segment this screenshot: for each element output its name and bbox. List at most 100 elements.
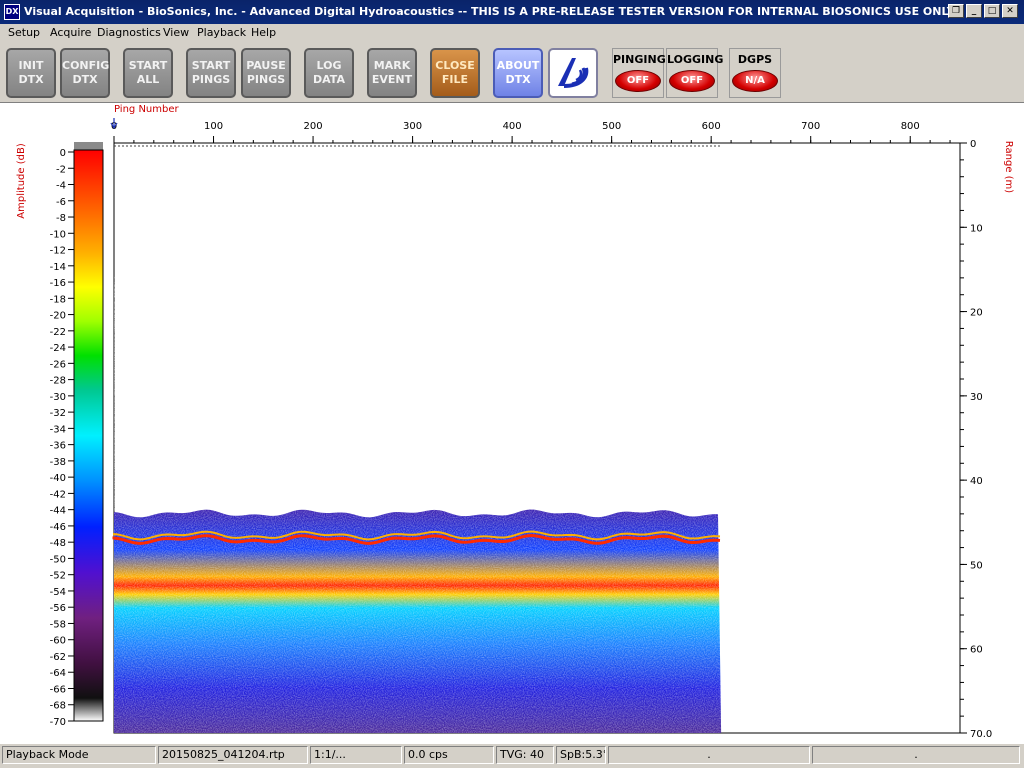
ping-tick-label: 400	[503, 121, 522, 132]
amp-tick-label: -56	[50, 603, 66, 614]
menu-bar: Setup Acquire Diagnostics View Playback …	[0, 24, 1024, 42]
pause-pings-button[interactable]: PAUSE PINGS	[241, 48, 291, 98]
close-file-button[interactable]: CLOSE FILE	[430, 48, 480, 98]
amp-tick-label: 0	[60, 148, 66, 159]
menu-help[interactable]: Help	[251, 26, 276, 39]
water-column-returns	[114, 282, 722, 538]
close-icon[interactable]: ✕	[1002, 4, 1018, 18]
amp-tick-label: -68	[50, 701, 66, 712]
range-tick-label: 40	[970, 476, 983, 487]
status-rate: 0.0 cps	[404, 746, 494, 764]
amp-tick-label: -54	[50, 587, 66, 598]
button-label: DATA	[313, 73, 345, 86]
amp-tick-label: -6	[56, 197, 66, 208]
amp-tick-label: -70	[50, 717, 66, 728]
amp-tick-label: -36	[50, 441, 66, 452]
biosonics-logo-button[interactable]	[548, 48, 598, 98]
ping-tick-label: 700	[801, 121, 820, 132]
status-file: 20150825_041204.rtp	[158, 746, 308, 764]
init-dtx-button[interactable]: INIT DTX	[6, 48, 56, 98]
amp-tick-label: -30	[50, 392, 66, 403]
menu-diagnostics[interactable]: Diagnostics	[97, 26, 161, 39]
amp-tick-label: -58	[50, 619, 66, 630]
menu-acquire[interactable]: Acquire	[50, 26, 91, 39]
range-axis-ticks: 0 10 20 30 40 50 60 70.0	[960, 139, 992, 740]
bottom-speckle	[114, 509, 722, 733]
button-label: DTX	[18, 73, 44, 86]
button-label: PAUSE	[246, 59, 286, 72]
amp-tick-label: -14	[50, 262, 66, 273]
toolbar: INIT DTX CONFIG DTX START ALL START PING…	[0, 42, 1024, 103]
button-label: START	[128, 59, 168, 72]
logging-indicator: LOGGING OFF	[666, 48, 723, 98]
amp-tick-label: -38	[50, 457, 66, 468]
pinging-lamp-icon: OFF	[615, 70, 661, 92]
config-dtx-button[interactable]: CONFIG DTX	[60, 48, 110, 98]
indicator-title: DGPS	[737, 53, 773, 66]
ping-tick-label: 800	[901, 121, 920, 132]
range-tick-label: 30	[970, 392, 983, 403]
amplitude-axis-label: Amplitude (dB)	[16, 143, 27, 219]
button-label: FILE	[441, 73, 469, 86]
button-label: START	[191, 59, 231, 72]
amp-tick-label: -20	[50, 311, 66, 322]
amp-tick-label: -46	[50, 522, 66, 533]
about-dtx-button[interactable]: ABOUT DTX	[493, 48, 543, 98]
restore-icon[interactable]: ❐	[948, 4, 964, 18]
button-label: CLOSE	[435, 59, 475, 72]
menu-playback[interactable]: Playback	[197, 26, 246, 39]
range-tick-label: 50	[970, 560, 983, 571]
mark-event-button[interactable]: MARK EVENT	[367, 48, 417, 98]
menu-setup[interactable]: Setup	[8, 26, 40, 39]
echogram-svg[interactable]: Amplitude (dB) 0 -2 -4 -6 -8 -10 -12 -14 -16 -18 -…	[0, 103, 1024, 744]
amp-tick-label: -22	[50, 327, 66, 338]
button-label: MARK	[373, 59, 411, 72]
amp-tick-label: -26	[50, 359, 66, 370]
maximize-icon[interactable]: □	[984, 4, 1000, 18]
biosonics-logo-icon	[558, 58, 589, 88]
button-label: EVENT	[371, 73, 413, 86]
amplitude-colorbar	[73, 149, 104, 722]
amplitude-ticks: 0 -2 -4 -6 -8 -10 -12 -14 -16 -18 -20 -22 -24 -26 -28 -…	[50, 148, 74, 728]
echogram-panel: Amplitude (dB) 0 -2 -4 -6 -8 -10 -12 -14 -16 -18 -…	[0, 103, 1024, 744]
button-label: INIT	[18, 59, 44, 72]
button-label: ALL	[136, 73, 160, 86]
amp-tick-label: -28	[50, 376, 66, 387]
button-label: ABOUT	[496, 59, 540, 72]
logging-lamp-icon: OFF	[669, 70, 715, 92]
amp-tick-label: -40	[50, 473, 66, 484]
amp-tick-label: -4	[56, 181, 66, 192]
button-label: LOG	[316, 59, 342, 72]
range-tick-label: 60	[970, 645, 983, 656]
button-label: PINGS	[246, 73, 286, 86]
colorbar-cap	[74, 142, 103, 150]
indicator-title: PINGING	[613, 53, 666, 66]
amp-tick-label: -2	[56, 164, 66, 175]
range-axis-label: Range (m)	[1003, 141, 1014, 194]
range-tick-label: 10	[970, 223, 983, 234]
menu-view[interactable]: View	[163, 26, 189, 39]
range-tick-label: 70.0	[970, 729, 992, 740]
pinging-indicator: PINGING OFF	[612, 48, 666, 98]
status-bar: Playback Mode 20150825_041204.rtp 1:1/..…	[0, 744, 1024, 768]
amp-tick-label: -64	[50, 668, 66, 679]
ping-tick-label: 600	[702, 121, 721, 132]
amp-tick-label: -32	[50, 408, 66, 419]
start-all-button[interactable]: START ALL	[123, 48, 173, 98]
amp-tick-label: -50	[50, 554, 66, 565]
window-title: Visual Acquisition - BioSonics, Inc. - A…	[24, 5, 955, 18]
button-label: PINGS	[191, 73, 231, 86]
range-tick-label: 20	[970, 308, 983, 319]
status-cell-7: .	[608, 746, 810, 764]
amp-tick-label: -24	[50, 343, 66, 354]
amp-tick-label: -10	[50, 229, 66, 240]
button-label: DTX	[72, 73, 98, 86]
status-cell-8: .	[812, 746, 1020, 764]
log-data-button[interactable]: LOG DATA	[304, 48, 354, 98]
amp-tick-label: -42	[50, 489, 66, 500]
status-spb: SpB:5.3°	[556, 746, 606, 764]
ping-axis-ticks: 0 100 200 300 400 500 600 700 800	[111, 121, 951, 143]
amp-tick-label: -12	[50, 246, 66, 257]
minimize-icon[interactable]: _	[966, 4, 982, 18]
start-pings-button[interactable]: START PINGS	[186, 48, 236, 98]
